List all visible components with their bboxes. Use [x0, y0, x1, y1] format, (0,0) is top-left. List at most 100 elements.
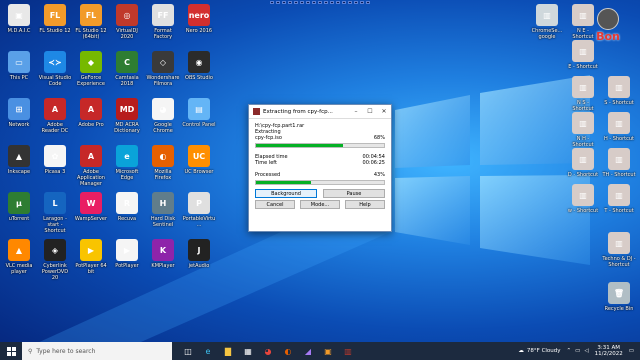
icon-label: VirtualDJ 2020	[116, 28, 138, 40]
desktop-icon[interactable]: ◐ Mozilla Firefox	[146, 145, 180, 181]
desktop-icon[interactable]: A Adobe Application Manager	[74, 145, 108, 187]
desktop-icon[interactable]: L Laragon - start - Shortcut	[38, 192, 72, 234]
desktop-icon[interactable]: FL FL Studio 12	[38, 4, 72, 34]
desktop-icon[interactable]: R Recuva	[110, 192, 144, 222]
desktop-shortcut-icon[interactable]: ▥ Techno & DJ - Shortcut	[602, 232, 636, 268]
icon-label: Recycle Bin	[604, 306, 634, 312]
mode-button[interactable]: Mode...	[300, 200, 340, 209]
desktop-icon[interactable]: ▶ PotPlayer 64 bit	[74, 239, 108, 275]
task-view-icon[interactable]: ◫	[178, 342, 198, 360]
app-icon: FL	[80, 4, 102, 26]
desktop-shortcut-icon[interactable]: ▥ D - Shortcut	[566, 148, 600, 178]
desktop-icon[interactable]: A Adobe Pro	[74, 98, 108, 128]
desktop-shortcut-icon[interactable]: ▥ S - Shortcut	[602, 76, 636, 106]
weather-text[interactable]: 78°F Cloudy	[527, 348, 561, 354]
desktop-shortcut-icon[interactable]: ▥ TH - Shortcut	[602, 148, 636, 178]
minimize-icon[interactable]: –	[349, 108, 363, 115]
desktop-icon[interactable]: ▲ Inkscape	[2, 145, 36, 175]
maximize-icon[interactable]: ☐	[363, 108, 377, 115]
app-icon: ◕	[152, 98, 174, 120]
media-icon[interactable]: ▣	[318, 342, 338, 360]
desktop-icon[interactable]: ◉ OBS Studio	[182, 51, 216, 81]
desktop-icon[interactable]: W WampServer	[74, 192, 108, 222]
desktop-icon[interactable]: ◈ Cyberlink PowerDVD 20	[38, 239, 72, 281]
dialog-titlebar[interactable]: Extracting from cpy-fcp... – ☐ ✕	[249, 105, 391, 119]
desktop-icon[interactable]: ◕ Google Chrome	[146, 98, 180, 134]
desktop-icon[interactable]: UC UC Browser	[182, 145, 216, 175]
desktop-icon[interactable]: ▶ PotPlayer	[110, 239, 144, 269]
desktop-shortcut-icon[interactable]: ▥ w - Shortcut	[566, 184, 600, 214]
cancel-button[interactable]: Cancel	[255, 200, 295, 209]
desktop-icon[interactable]: ▲ VLC media player	[2, 239, 36, 275]
desktop-shortcut-icon[interactable]: ▥ H - Shortcut	[602, 112, 636, 142]
desktop-icon[interactable]: A Adobe Reader DC	[38, 98, 72, 134]
desktop-icon[interactable]: ◆ GeForce Experience	[74, 51, 108, 87]
close-icon[interactable]: ✕	[377, 108, 391, 115]
app-icon: MD	[116, 98, 138, 120]
desktop-icon[interactable]: μ uTorrent	[2, 192, 36, 222]
app-icon: UC	[188, 145, 210, 167]
desktop-icon[interactable]: C Camtasia 2018	[110, 51, 144, 87]
notification-icon[interactable]: ▭	[629, 348, 634, 354]
desktop-icon[interactable]: ◎ VirtualDJ 2020	[110, 4, 144, 40]
desktop-icon[interactable]: nero Nero 2016	[182, 4, 216, 34]
app-icon: μ	[8, 192, 30, 214]
desktop-icon[interactable]: ⊞ Network	[2, 98, 36, 128]
help-button[interactable]: Help	[345, 200, 385, 209]
desktop-shortcut-icon[interactable]: ▥ T - Shortcut	[602, 184, 636, 214]
desktop-shortcut-icon[interactable]: 🗑 Recycle Bin	[602, 282, 636, 312]
volume-icon[interactable]: ◁	[584, 348, 588, 354]
icon-label: Camtasia 2018	[115, 75, 139, 87]
desktop-icon[interactable]: MD MD ACRA Dictionary	[110, 98, 144, 134]
icon-label: Cyberlink PowerDVD 20	[41, 263, 69, 281]
app-icon: ◉	[188, 51, 210, 73]
desktop-icon[interactable]: e Microsoft Edge	[110, 145, 144, 181]
icon-label: D - Shortcut	[567, 172, 599, 178]
app-icon: ⊞	[8, 98, 30, 120]
icon-label: w - Shortcut	[567, 208, 599, 214]
file-explorer-icon[interactable]: ▇	[218, 342, 238, 360]
desktop-icon[interactable]: ▤ Control Panel	[182, 98, 216, 128]
desktop-icon[interactable]: FL FL Studio 12 (64bit)	[74, 4, 108, 40]
desktop-icon[interactable]: ✿ Picasa 3	[38, 145, 72, 175]
firefox-icon[interactable]: ◐	[278, 342, 298, 360]
edge-icon[interactable]: e	[198, 342, 218, 360]
desktop-shortcut-icon[interactable]: ▥ N S - Shortcut	[566, 76, 600, 112]
desktop-icon[interactable]: ▭ This PC	[2, 51, 36, 81]
desktop-icon[interactable]: FF Format Factory	[146, 4, 180, 40]
winrar-icon	[253, 108, 260, 115]
desktop-icon[interactable]: ◇ Wondershare Filmora	[146, 51, 180, 87]
icon-label: Adobe Application Manager	[77, 169, 105, 187]
app-icon: ◈	[44, 239, 66, 261]
desktop-icon[interactable]: JjetAudio	[182, 239, 216, 269]
file-progress-fill	[256, 144, 344, 147]
icon-label: uTorrent	[8, 216, 30, 222]
desktop-icon[interactable]: H Hard Disk Sentinel	[146, 192, 180, 228]
icon-label: Google Chrome	[153, 122, 173, 134]
store-icon[interactable]: ▦	[238, 342, 258, 360]
desktop-shortcut-icon[interactable]: ▥ ChromeSe... google	[530, 4, 564, 40]
app-icon: J	[188, 239, 210, 261]
winrar-taskbar-icon[interactable]: ▥	[338, 342, 358, 360]
network-icon[interactable]: ▭	[575, 348, 580, 354]
desktop-shortcut-icon[interactable]: ▥ N H - Shortcut	[566, 112, 600, 148]
pause-button[interactable]: Pause	[323, 189, 385, 198]
desktop-icon[interactable]: K KMPlayer	[146, 239, 180, 269]
app-icon: ▥	[572, 76, 594, 98]
chrome-icon[interactable]: ◕	[258, 342, 278, 360]
desktop-icon[interactable]: ≺≻ Visual Studio Code	[38, 51, 72, 87]
tray-chevron-icon[interactable]: ⌃	[567, 348, 572, 354]
taskbar-search[interactable]: ⚲ Type here to search	[22, 342, 172, 360]
desktop-icon[interactable]: P PortableVirtu...	[182, 192, 216, 228]
desktop-icon[interactable]: ▣ M.D.A.I.C	[2, 4, 36, 34]
background-button[interactable]: Background	[255, 189, 317, 198]
icon-label: Format Factory	[153, 28, 173, 40]
app-icon: FF	[152, 4, 174, 26]
clock[interactable]: 3:31 AM 11/2/2022	[595, 345, 623, 357]
visual-studio-icon[interactable]: ◢	[298, 342, 318, 360]
icon-label: KMPlayer	[151, 263, 175, 269]
start-button[interactable]	[0, 342, 22, 360]
search-placeholder: Type here to search	[36, 347, 96, 355]
processed-percent: 43%	[373, 172, 385, 178]
icon-label: UC Browser	[184, 169, 214, 175]
